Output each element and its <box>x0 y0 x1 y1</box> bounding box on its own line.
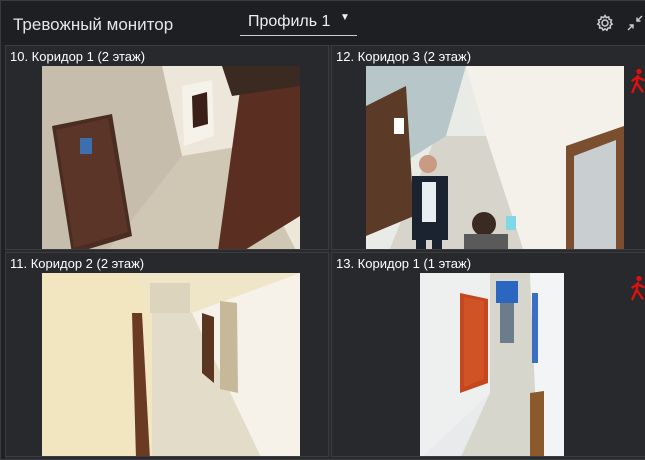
walking-person-icon <box>628 68 645 94</box>
alarm-monitor-window: Тревожный монитор Профиль 1 ▼ 10. Коридо… <box>0 0 645 460</box>
camera-title: 12. Коридор 3 (2 этаж) <box>336 49 472 64</box>
camera-tile[interactable]: 13. Коридор 1 (1 этаж) <box>331 252 645 457</box>
camera-feed-image[interactable] <box>366 66 624 249</box>
camera-tile[interactable]: 12. Коридор 3 (2 этаж) <box>331 45 645 250</box>
gear-icon[interactable] <box>595 13 615 33</box>
collapse-icon[interactable] <box>625 13 645 33</box>
camera-grid: 10. Коридор 1 (2 этаж) 12. Коридор 3 (2 … <box>5 45 645 459</box>
camera-title: 10. Коридор 1 (2 этаж) <box>10 49 146 64</box>
camera-tile[interactable]: 11. Коридор 2 (2 этаж) <box>5 252 329 457</box>
camera-tile[interactable]: 10. Коридор 1 (2 этаж) <box>5 45 329 250</box>
caret-down-icon: ▼ <box>340 12 350 23</box>
camera-title: 11. Коридор 2 (2 этаж) <box>10 256 145 271</box>
walking-person-icon <box>628 275 645 301</box>
camera-feed-image[interactable] <box>420 273 564 456</box>
titlebar: Тревожный монитор Профиль 1 ▼ <box>1 1 645 45</box>
profile-dropdown-label: Профиль 1 <box>248 13 331 30</box>
camera-feed-image[interactable] <box>42 273 300 456</box>
camera-title: 13. Коридор 1 (1 этаж) <box>336 256 472 271</box>
window-title: Тревожный монитор <box>13 15 174 34</box>
profile-dropdown[interactable]: Профиль 1 ▼ <box>240 10 357 36</box>
camera-feed-image[interactable] <box>42 66 300 249</box>
